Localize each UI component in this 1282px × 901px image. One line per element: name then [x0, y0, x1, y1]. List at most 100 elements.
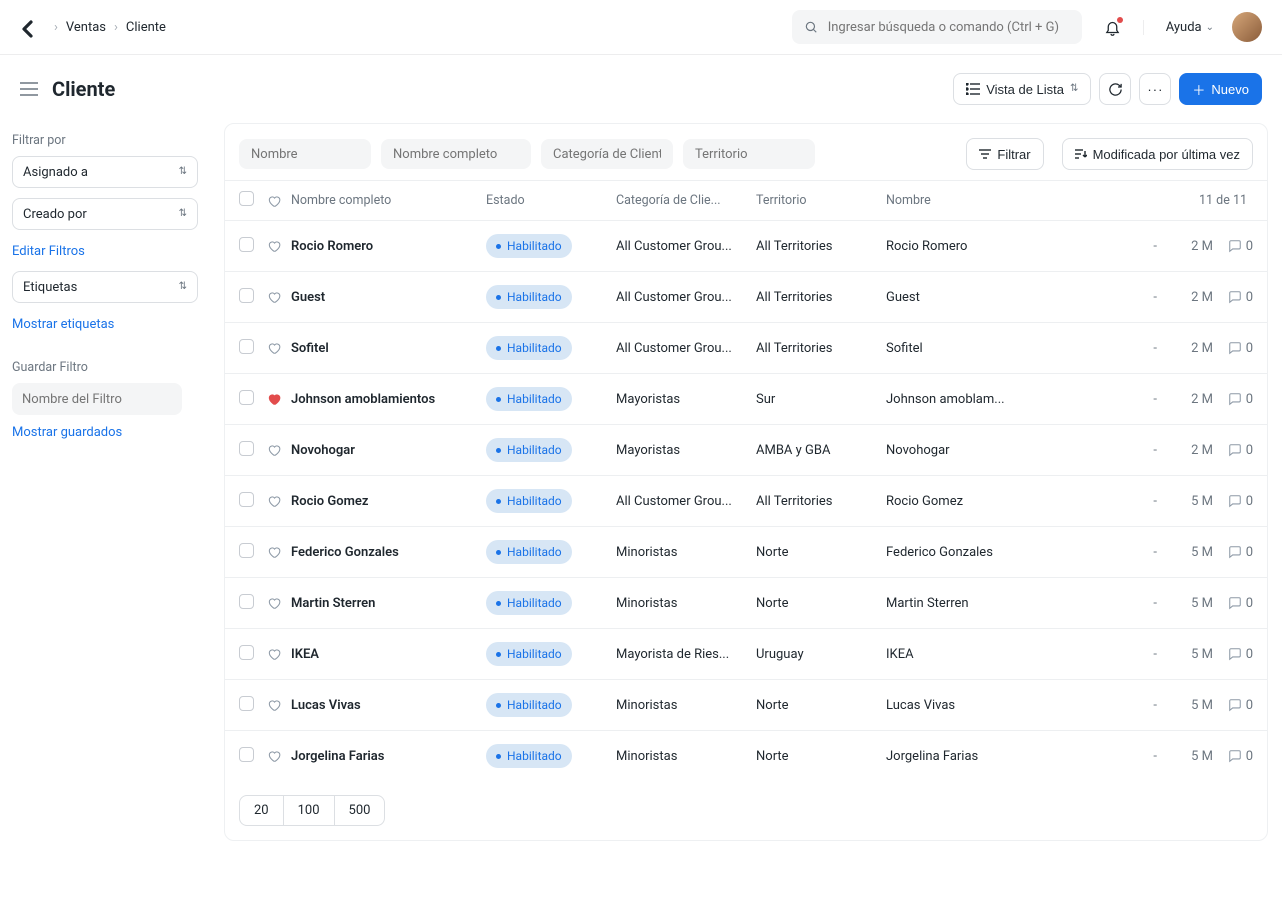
table-row[interactable]: Rocio GomezHabilitadoAll Customer Grou..… [225, 475, 1267, 526]
column-territory[interactable]: Territorio [756, 193, 886, 208]
row-checkbox[interactable] [239, 339, 254, 354]
row-comments[interactable]: 0 [1213, 596, 1253, 611]
help-menu[interactable]: Ayuda ⌄ [1143, 20, 1214, 35]
row-comments[interactable]: 0 [1213, 239, 1253, 254]
breadcrumb-item[interactable]: Cliente [126, 20, 166, 35]
breadcrumb-item[interactable]: Ventas [66, 20, 106, 35]
table-row[interactable]: SofitelHabilitadoAll Customer Grou...All… [225, 322, 1267, 373]
row-id: Rocio Romero [886, 239, 1086, 254]
notifications-button[interactable] [1104, 19, 1121, 36]
sidebar-toggle-icon[interactable] [20, 82, 38, 96]
show-saved-link[interactable]: Mostrar guardados [12, 415, 198, 452]
select-caret-icon: ⇅ [179, 210, 187, 218]
row-checkbox[interactable] [239, 747, 254, 762]
table-row[interactable]: GuestHabilitadoAll Customer Grou...All T… [225, 271, 1267, 322]
row-category: Minoristas [616, 698, 756, 713]
table-row[interactable]: Rocio RomeroHabilitadoAll Customer Grou.… [225, 220, 1267, 271]
row-checkbox[interactable] [239, 645, 254, 660]
breadcrumb: › Ventas › Cliente [54, 20, 166, 35]
row-status: Habilitado [486, 642, 616, 666]
user-avatar[interactable] [1232, 12, 1262, 42]
row-comments[interactable]: 0 [1213, 392, 1253, 407]
row-comments[interactable]: 0 [1213, 647, 1253, 662]
row-territory: Uruguay [756, 647, 886, 662]
like-button[interactable] [267, 647, 291, 661]
like-button[interactable] [267, 341, 291, 355]
filter-tag-territory[interactable] [683, 139, 815, 169]
like-button[interactable] [267, 239, 291, 253]
pager-100[interactable]: 100 [284, 796, 335, 825]
row-id: Sofitel [886, 341, 1086, 356]
row-checkbox[interactable] [239, 492, 254, 507]
like-button[interactable] [267, 749, 291, 763]
like-button[interactable] [267, 698, 291, 712]
pager-500[interactable]: 500 [335, 796, 385, 825]
assigned-to-select[interactable]: Asignado a ⇅ [12, 156, 198, 188]
created-by-select[interactable]: Creado por ⇅ [12, 198, 198, 230]
table-row[interactable]: Jorgelina FariasHabilitadoMinoristasNort… [225, 730, 1267, 781]
filter-tag-name[interactable] [239, 139, 371, 169]
row-modified: 2 M [1175, 392, 1213, 407]
row-category: Mayoristas [616, 443, 756, 458]
column-id[interactable]: Nombre [886, 193, 1086, 208]
row-name: Novohogar [291, 443, 486, 458]
row-territory: All Territories [756, 341, 886, 356]
row-comments[interactable]: 0 [1213, 698, 1253, 713]
like-button[interactable] [267, 290, 291, 304]
row-checkbox[interactable] [239, 543, 254, 558]
global-search[interactable] [792, 10, 1082, 44]
like-button[interactable] [267, 494, 291, 508]
sort-button[interactable]: Modificada por última vez [1062, 138, 1253, 170]
column-status[interactable]: Estado [486, 193, 616, 208]
row-status: Habilitado [486, 438, 616, 462]
row-comments[interactable]: 0 [1213, 341, 1253, 356]
like-column-header[interactable] [267, 194, 291, 208]
tags-select[interactable]: Etiquetas ⇅ [12, 271, 198, 303]
row-checkbox[interactable] [239, 390, 254, 405]
row-status: Habilitado [486, 234, 616, 258]
row-name: Rocio Romero [291, 239, 486, 254]
filter-name-input[interactable] [12, 383, 182, 415]
row-territory: Norte [756, 698, 886, 713]
row-comments[interactable]: 0 [1213, 494, 1253, 509]
column-category[interactable]: Categoría de Clie... [616, 193, 756, 208]
show-tags-link[interactable]: Mostrar etiquetas [12, 313, 198, 344]
edit-filters-link[interactable]: Editar Filtros [12, 240, 198, 271]
view-switcher[interactable]: Vista de Lista ⇅ [953, 73, 1091, 105]
row-comments[interactable]: 0 [1213, 545, 1253, 560]
filter-tag-fullname[interactable] [381, 139, 531, 169]
row-checkbox[interactable] [239, 441, 254, 456]
filter-tag-category[interactable] [541, 139, 673, 169]
pager-20[interactable]: 20 [240, 796, 284, 825]
table-row[interactable]: IKEA HabilitadoMayorista de Ries...Urugua… [225, 628, 1267, 679]
row-checkbox[interactable] [239, 696, 254, 711]
row-checkbox[interactable] [239, 594, 254, 609]
new-button[interactable]: ＋ Nuevo [1179, 73, 1262, 105]
row-comments[interactable]: 0 [1213, 290, 1253, 305]
more-menu-button[interactable]: ··· [1139, 73, 1171, 105]
row-modified: 2 M [1175, 443, 1213, 458]
row-territory: Norte [756, 749, 886, 764]
filter-button[interactable]: Filtrar [966, 138, 1043, 170]
table-row[interactable]: Johnson amoblamientosHabilitadoMayorista… [225, 373, 1267, 424]
like-button[interactable] [267, 596, 291, 610]
row-category: Mayorista de Ries... [616, 647, 756, 662]
like-button[interactable] [267, 545, 291, 559]
refresh-button[interactable] [1099, 73, 1131, 105]
row-checkbox[interactable] [239, 237, 254, 252]
row-comments[interactable]: 0 [1213, 443, 1253, 458]
search-input[interactable] [828, 20, 1070, 35]
row-checkbox[interactable] [239, 288, 254, 303]
column-name[interactable]: Nombre completo [291, 193, 486, 208]
navbar: › Ventas › Cliente Ayuda ⌄ [0, 0, 1282, 55]
row-comments[interactable]: 0 [1213, 749, 1253, 764]
app-logo[interactable] [20, 20, 34, 34]
like-button[interactable] [267, 392, 291, 406]
table-row[interactable]: Martin SterrenHabilitadoMinoristasNorteM… [225, 577, 1267, 628]
table-row[interactable]: Federico GonzalesHabilitadoMinoristasNor… [225, 526, 1267, 577]
table-row[interactable]: NovohogarHabilitadoMayoristasAMBA y GBAN… [225, 424, 1267, 475]
row-id: IKEA [886, 647, 1086, 662]
table-row[interactable]: Lucas VivasHabilitadoMinoristasNorteLuca… [225, 679, 1267, 730]
select-all-checkbox[interactable] [239, 191, 254, 206]
like-button[interactable] [267, 443, 291, 457]
